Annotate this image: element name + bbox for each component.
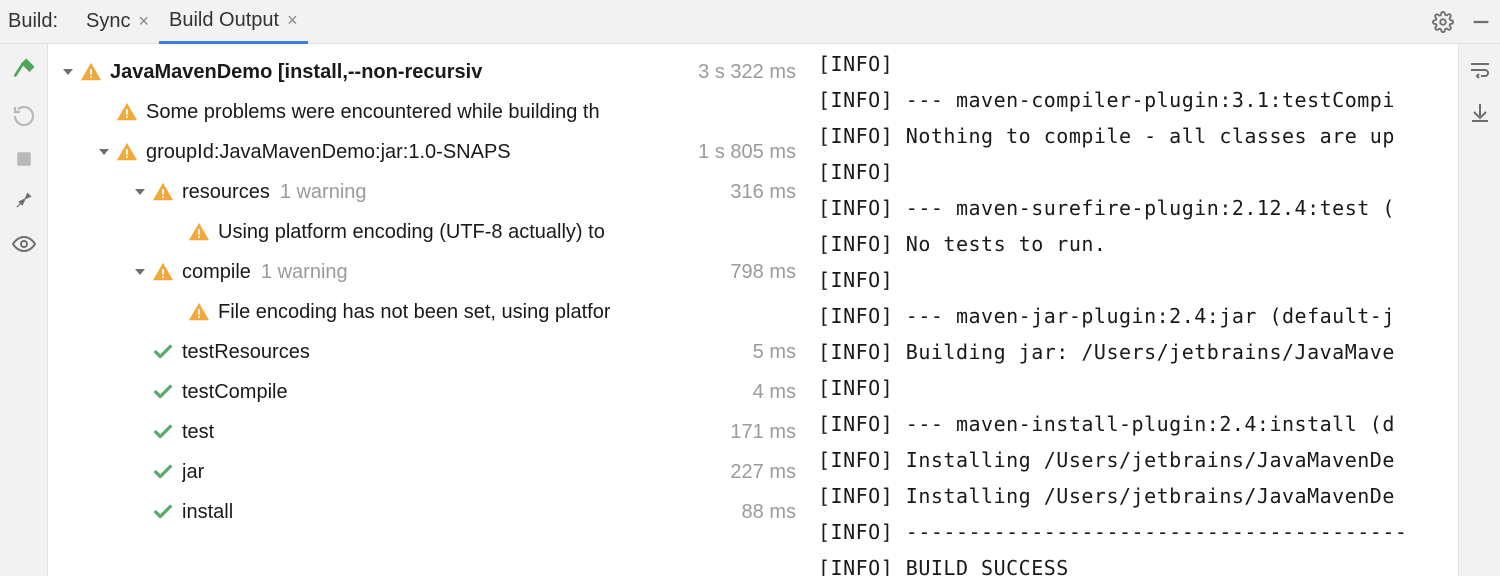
tree-label: File encoding has not been set, using pl… bbox=[218, 301, 610, 324]
success-icon bbox=[150, 461, 176, 483]
hammer-icon[interactable] bbox=[11, 56, 37, 82]
right-toolbar bbox=[1458, 44, 1500, 576]
tree-label: install bbox=[182, 501, 233, 524]
console-line: [INFO] --- maven-compiler-plugin:3.1:tes… bbox=[818, 82, 1458, 118]
tree-row[interactable]: install 88 ms bbox=[48, 492, 804, 532]
gear-icon[interactable] bbox=[1432, 11, 1454, 33]
tree-row[interactable]: compile 1 warning 798 ms bbox=[48, 252, 804, 292]
success-icon bbox=[150, 381, 176, 403]
close-icon[interactable]: × bbox=[139, 11, 150, 32]
console-line: [INFO] bbox=[818, 370, 1458, 406]
tab-sync[interactable]: Sync × bbox=[76, 0, 159, 44]
console-line: [INFO] BUILD SUCCESS bbox=[818, 550, 1458, 576]
main: JavaMavenDemo [install,--non-recursiv 3 s… bbox=[0, 44, 1500, 576]
tree-row[interactable]: groupId:JavaMavenDemo:jar:1.0-SNAPS 1 s 8… bbox=[48, 132, 804, 172]
pin-icon[interactable] bbox=[14, 190, 34, 210]
eye-icon[interactable] bbox=[12, 232, 36, 256]
chevron-down-icon[interactable] bbox=[130, 266, 150, 278]
console-line: [INFO] Installing /Users/jetbrains/JavaM… bbox=[818, 442, 1458, 478]
tree-label: resources bbox=[182, 181, 270, 204]
warning-icon bbox=[114, 141, 140, 163]
build-tree[interactable]: JavaMavenDemo [install,--non-recursiv 3 s… bbox=[48, 44, 804, 576]
console-line: [INFO] No tests to run. bbox=[818, 226, 1458, 262]
tree-row[interactable]: JavaMavenDemo [install,--non-recursiv 3 s… bbox=[48, 52, 804, 92]
tree-row[interactable]: testCompile 4 ms bbox=[48, 372, 804, 412]
tree-label: JavaMavenDemo [install,--non-recursiv bbox=[110, 61, 482, 84]
tree-time: 4 ms bbox=[745, 381, 796, 404]
console-line: [INFO] bbox=[818, 154, 1458, 190]
warning-icon bbox=[150, 181, 176, 203]
warning-icon bbox=[186, 301, 212, 323]
tree-label: groupId:JavaMavenDemo:jar:1.0-SNAPS bbox=[146, 141, 511, 164]
header: Build: Sync × Build Output × bbox=[0, 0, 1500, 44]
tree-time: 5 ms bbox=[745, 341, 796, 364]
tree-row[interactable]: jar 227 ms bbox=[48, 452, 804, 492]
tab-label: Build Output bbox=[169, 9, 279, 32]
console-line: [INFO] Building jar: /Users/jetbrains/Ja… bbox=[818, 334, 1458, 370]
tree-row[interactable]: File encoding has not been set, using pl… bbox=[48, 292, 804, 332]
tree-time: 227 ms bbox=[722, 461, 796, 484]
tree-label: test bbox=[182, 421, 214, 444]
chevron-down-icon[interactable] bbox=[94, 146, 114, 158]
tree-label: Some problems were encountered while bui… bbox=[146, 101, 600, 124]
left-toolbar bbox=[0, 44, 48, 576]
tree-row[interactable]: Using platform encoding (UTF-8 actually)… bbox=[48, 212, 804, 252]
success-icon bbox=[150, 341, 176, 363]
warning-icon bbox=[78, 61, 104, 83]
tree-time: 171 ms bbox=[722, 421, 796, 444]
chevron-down-icon[interactable] bbox=[130, 186, 150, 198]
tree-label: testResources bbox=[182, 341, 310, 364]
console-line: [INFO] Installing /Users/jetbrains/JavaM… bbox=[818, 478, 1458, 514]
tree-time: 798 ms bbox=[722, 261, 796, 284]
restart-icon[interactable] bbox=[12, 104, 36, 128]
console-output[interactable]: [INFO][INFO] --- maven-compiler-plugin:3… bbox=[804, 44, 1458, 576]
tree-label: testCompile bbox=[182, 381, 288, 404]
chevron-down-icon[interactable] bbox=[58, 66, 78, 78]
console-line: [INFO] Nothing to compile - all classes … bbox=[818, 118, 1458, 154]
tree-label: Using platform encoding (UTF-8 actually)… bbox=[218, 221, 605, 244]
console-line: [INFO] bbox=[818, 262, 1458, 298]
panel-title: Build: bbox=[8, 10, 58, 33]
warning-icon bbox=[150, 261, 176, 283]
tab-label: Sync bbox=[86, 10, 130, 33]
tree-row[interactable]: test 171 ms bbox=[48, 412, 804, 452]
success-icon bbox=[150, 421, 176, 443]
soft-wrap-icon[interactable] bbox=[1468, 58, 1492, 82]
tree-label: compile bbox=[182, 261, 251, 284]
success-icon bbox=[150, 501, 176, 523]
tab-build-output[interactable]: Build Output × bbox=[159, 0, 308, 44]
console-line: [INFO] --- maven-surefire-plugin:2.12.4:… bbox=[818, 190, 1458, 226]
console-line: [INFO] ---------------------------------… bbox=[818, 514, 1458, 550]
scroll-to-end-icon[interactable] bbox=[1468, 100, 1492, 124]
tree-time: 3 s 322 ms bbox=[690, 61, 796, 84]
stop-icon[interactable] bbox=[15, 150, 33, 168]
tree-row[interactable]: testResources 5 ms bbox=[48, 332, 804, 372]
tree-time: 316 ms bbox=[722, 181, 796, 204]
close-icon[interactable]: × bbox=[287, 10, 298, 31]
tree-label: jar bbox=[182, 461, 204, 484]
minimize-icon[interactable] bbox=[1470, 11, 1492, 33]
tree-row[interactable]: Some problems were encountered while bui… bbox=[48, 92, 804, 132]
console-line: [INFO] bbox=[818, 46, 1458, 82]
warning-icon bbox=[186, 221, 212, 243]
tree-note: 1 warning bbox=[261, 261, 348, 284]
tree-time: 1 s 805 ms bbox=[690, 141, 796, 164]
tree-time: 88 ms bbox=[734, 501, 796, 524]
console-line: [INFO] --- maven-install-plugin:2.4:inst… bbox=[818, 406, 1458, 442]
warning-icon bbox=[114, 101, 140, 123]
console-line: [INFO] --- maven-jar-plugin:2.4:jar (def… bbox=[818, 298, 1458, 334]
tree-row[interactable]: resources 1 warning 316 ms bbox=[48, 172, 804, 212]
tree-note: 1 warning bbox=[280, 181, 367, 204]
